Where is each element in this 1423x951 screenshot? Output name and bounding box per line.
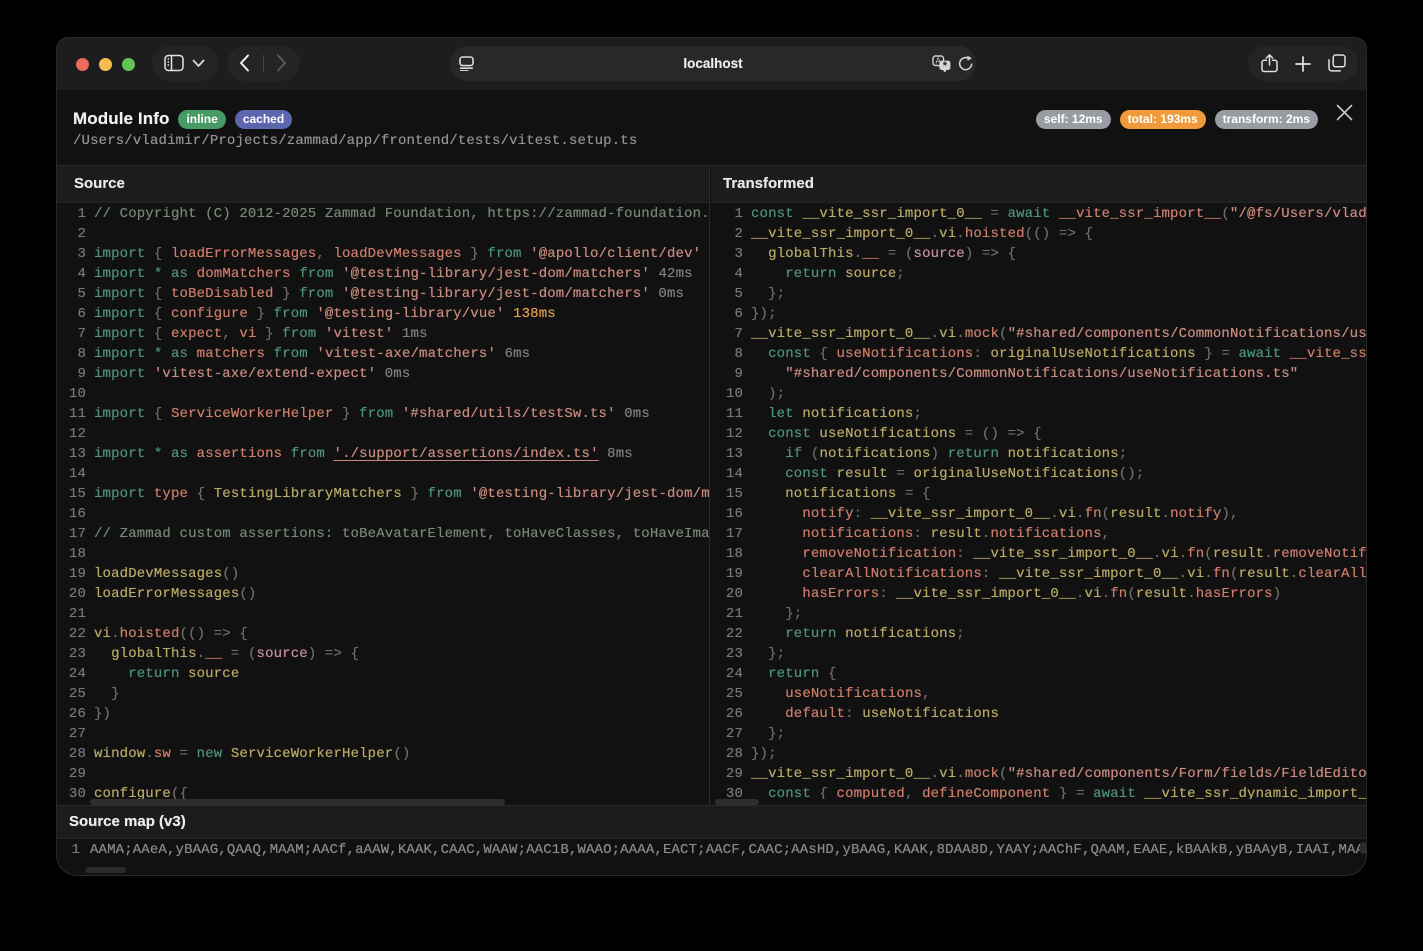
svg-text:*: * bbox=[943, 60, 948, 72]
